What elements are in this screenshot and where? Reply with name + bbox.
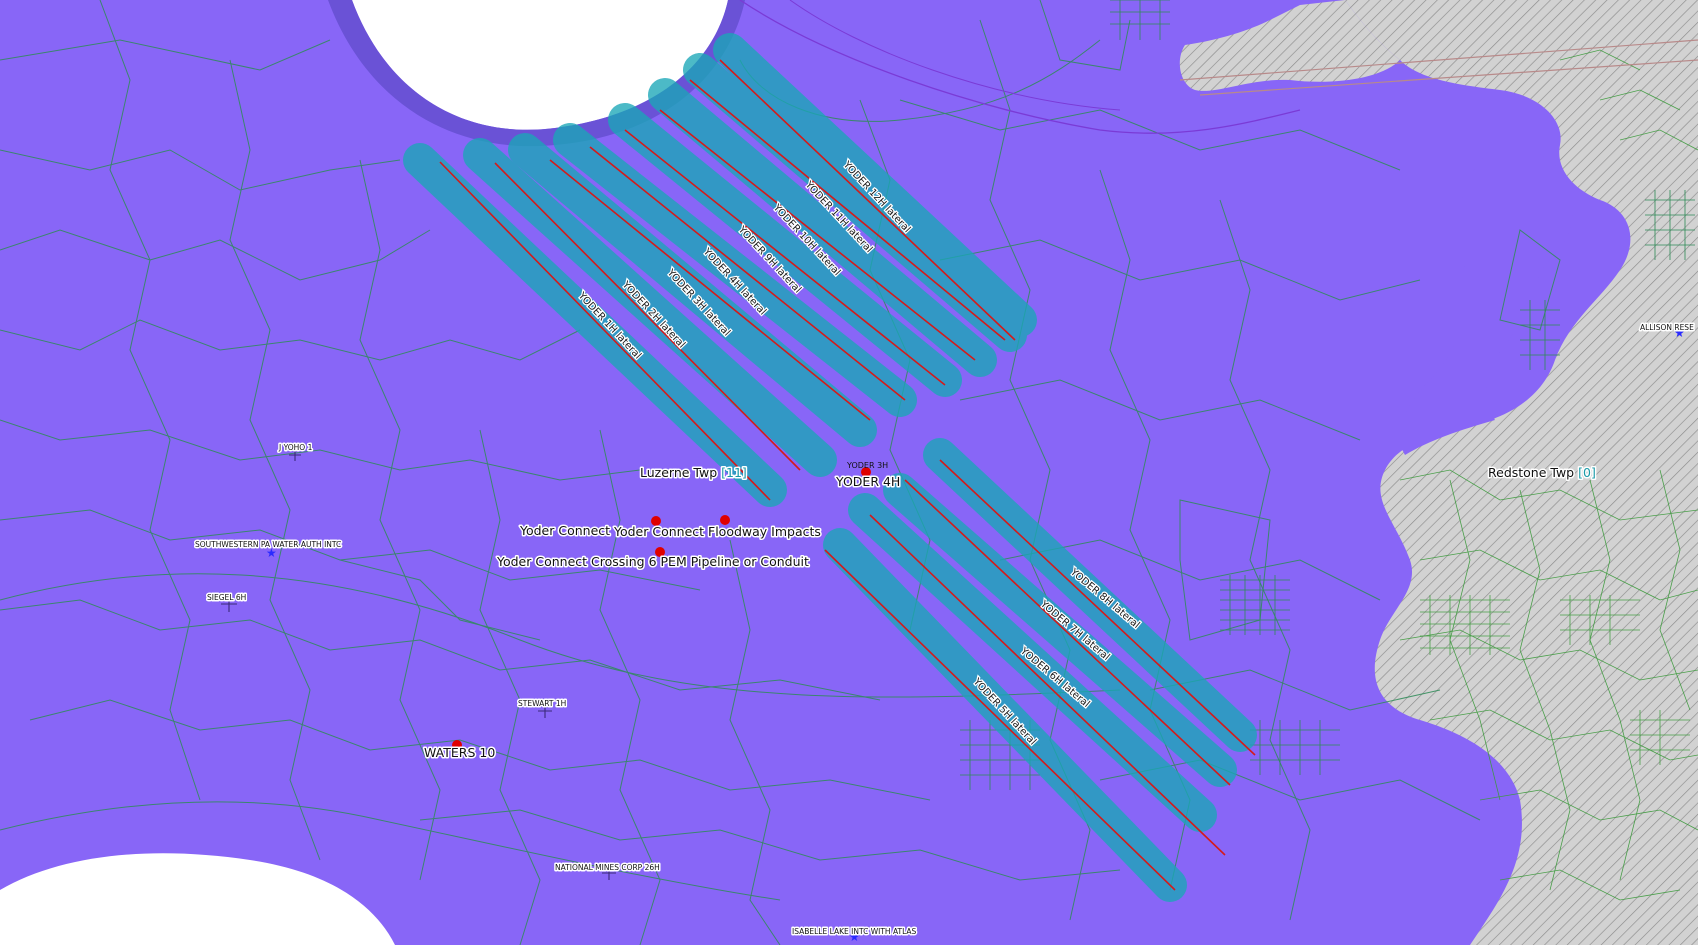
well-stewart-label: STEWART 1H <box>518 699 566 708</box>
floodway-overlap-label: Yoder Connect <box>519 523 610 538</box>
luzerne-township-label: Luzerne Twp [11] <box>640 465 747 480</box>
redstone-township-label: Redstone Twp [0] <box>1488 465 1596 480</box>
well-siegel-label: SIEGEL 6H <box>207 593 246 602</box>
yoder-3h-label: YODER 3H <box>846 461 888 470</box>
southwestern-label: SOUTHWESTERN PA WATER AUTH INTC <box>195 540 341 549</box>
allison-label: ALLISON RESE <box>1640 323 1694 332</box>
crossing-label: Yoder Connect Crossing 6 PEM Pipeline or… <box>496 554 809 569</box>
well-national-mines-label: NATIONAL MINES CORP 26H <box>555 863 660 872</box>
map-canvas[interactable]: YODER 1H lateral YODER 2H lateral YODER … <box>0 0 1698 945</box>
waters-10-label: WATERS 10 <box>424 745 495 760</box>
well-jyoho-label: J YOHO 1 <box>278 443 313 452</box>
yoder-4h-label: YODER 4H <box>835 474 900 489</box>
isabelle-label: ISABELLE LAKE INTC WITH ATLAS <box>792 927 917 936</box>
floodway-impacts-label: Yoder Connect Floodway Impacts <box>613 524 821 539</box>
